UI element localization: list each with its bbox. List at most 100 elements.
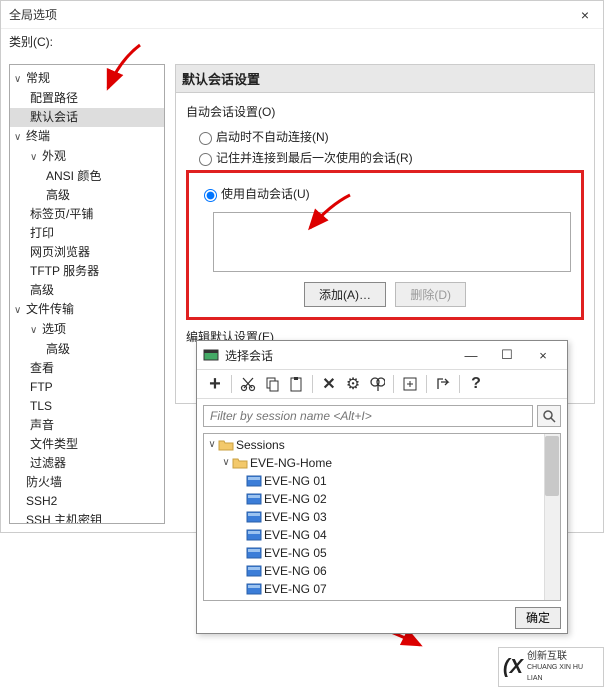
tree-item-label: 打印: [30, 226, 54, 240]
tree-item-label: 查看: [30, 361, 54, 375]
add-button[interactable]: 添加(A)…: [304, 282, 386, 307]
tree-item-label: 防火墙: [26, 475, 62, 489]
tree-item[interactable]: 标签页/平铺: [10, 205, 164, 224]
logo-mark: (X: [503, 656, 523, 679]
tree-item[interactable]: ∨外观: [10, 147, 164, 167]
scrollthumb[interactable]: [545, 436, 559, 496]
radio-remember-label: 记住并连接到最后一次使用的会话(R): [216, 149, 413, 166]
titlebar: 全局选项 ×: [1, 1, 603, 29]
picker-titlebar: 选择会话 — ☐ ×: [197, 341, 567, 369]
highlight-box: 使用自动会话(U) 添加(A)… 删除(D): [186, 170, 584, 320]
session-row[interactable]: EVE-NG 01: [206, 472, 558, 490]
dialog-title: 全局选项: [9, 6, 575, 23]
session-row[interactable]: EVE-NG 02: [206, 490, 558, 508]
picker-close-icon[interactable]: ×: [525, 348, 561, 363]
scrollbar[interactable]: [544, 434, 560, 600]
tree-item[interactable]: 网页浏览器: [10, 243, 164, 262]
cut-icon[interactable]: [236, 372, 260, 396]
session-row[interactable]: EVE-NG 03: [206, 508, 558, 526]
tree-item[interactable]: SSH2: [10, 492, 164, 511]
tree-item[interactable]: ANSI 颜色: [10, 167, 164, 186]
chevron-down-icon[interactable]: ∨: [14, 129, 24, 146]
auto-session-label: 自动会话设置(O): [186, 103, 584, 120]
tree-item[interactable]: SSH 主机密钥: [10, 511, 164, 524]
search-input[interactable]: [203, 405, 533, 427]
tree-item[interactable]: ∨常规: [10, 69, 164, 89]
tree-item[interactable]: 过滤器: [10, 454, 164, 473]
delete-button: 删除(D): [395, 282, 466, 307]
session-list-box[interactable]: [213, 212, 571, 272]
copy-icon[interactable]: [260, 372, 284, 396]
watermark-logo: (X 创新互联 CHUANG XIN HU LIAN: [498, 647, 604, 687]
find-icon[interactable]: [365, 372, 389, 396]
radio-use-auto[interactable]: 使用自动会话(U): [199, 183, 571, 204]
radio-remember-input[interactable]: [199, 153, 212, 166]
tree-item-label: 配置路径: [30, 91, 78, 105]
tree-item[interactable]: 声音: [10, 416, 164, 435]
session-row[interactable]: EVE-NG 05: [206, 544, 558, 562]
minimize-icon[interactable]: —: [453, 348, 489, 363]
tree-item[interactable]: ∨终端: [10, 127, 164, 147]
session-tree[interactable]: ∨Sessions∨EVE-NG-HomeEVE-NG 01EVE-NG 02E…: [203, 433, 561, 601]
session-row[interactable]: ∨EVE-NG-Home: [206, 454, 558, 472]
chevron-down-icon[interactable]: ∨: [14, 302, 24, 319]
session-row[interactable]: EVE-NG 04: [206, 526, 558, 544]
tree-item[interactable]: 高级: [10, 186, 164, 205]
export-icon[interactable]: [431, 372, 455, 396]
session-label: EVE-NG 02: [264, 491, 327, 507]
radio-use-auto-label: 使用自动会话(U): [221, 185, 310, 202]
tree-item[interactable]: ∨选项: [10, 320, 164, 340]
tree-item[interactable]: FTP: [10, 378, 164, 397]
toolbar-separator: [231, 375, 232, 393]
folder-icon: [218, 438, 234, 452]
help-icon[interactable]: ?: [464, 372, 488, 396]
session-row[interactable]: ∨ Sessions: [206, 436, 558, 454]
radio-use-auto-input[interactable]: [204, 189, 217, 202]
ok-button[interactable]: 确定: [515, 607, 561, 629]
session-label: EVE-NG 06: [264, 563, 327, 579]
tree-item[interactable]: 默认会话: [10, 108, 164, 127]
toolbar-separator: [459, 375, 460, 393]
tree-item[interactable]: 配置路径: [10, 89, 164, 108]
tree-item[interactable]: ∨文件传输: [10, 300, 164, 320]
session-label: Sessions: [236, 437, 285, 453]
category-tree[interactable]: ∨常规配置路径默认会话∨终端∨外观ANSI 颜色高级标签页/平铺打印网页浏览器T…: [9, 64, 165, 524]
tree-item[interactable]: 防火墙: [10, 473, 164, 492]
new-folder-icon[interactable]: [398, 372, 422, 396]
chevron-down-icon[interactable]: ∨: [30, 149, 40, 166]
terminal-icon: [246, 546, 262, 560]
tree-item-label: 常规: [26, 71, 50, 85]
tree-item-label: 文件类型: [30, 437, 78, 451]
tree-item-label: 声音: [30, 418, 54, 432]
tree-item[interactable]: TFTP 服务器: [10, 262, 164, 281]
search-button[interactable]: [537, 405, 561, 427]
radio-no-auto[interactable]: 启动时不自动连接(N): [186, 126, 584, 147]
section-title: 默认会话设置: [175, 64, 595, 93]
new-icon[interactable]: +: [203, 372, 227, 396]
chevron-down-icon[interactable]: ∨: [30, 322, 40, 339]
radio-no-auto-input[interactable]: [199, 132, 212, 145]
session-label: EVE-NG 01: [264, 473, 327, 489]
tree-item[interactable]: 查看: [10, 359, 164, 378]
session-row[interactable]: EVE-NG 06: [206, 562, 558, 580]
tree-item[interactable]: 打印: [10, 224, 164, 243]
close-icon[interactable]: ×: [575, 7, 595, 23]
terminal-icon: [246, 510, 262, 524]
tree-item[interactable]: 高级: [10, 281, 164, 300]
delete-icon[interactable]: ✕: [317, 372, 341, 396]
chevron-down-icon[interactable]: ∨: [14, 71, 24, 88]
session-row[interactable]: EVE-NG 07: [206, 580, 558, 598]
tree-item[interactable]: TLS: [10, 397, 164, 416]
tree-item[interactable]: 文件类型: [10, 435, 164, 454]
maximize-icon[interactable]: ☐: [489, 347, 525, 363]
radio-remember[interactable]: 记住并连接到最后一次使用的会话(R): [186, 147, 584, 168]
picker-app-icon: [203, 347, 219, 363]
tree-item-label: 标签页/平铺: [30, 207, 93, 221]
paste-icon[interactable]: [284, 372, 308, 396]
chevron-down-icon[interactable]: ∨: [206, 437, 218, 453]
chevron-down-icon[interactable]: ∨: [220, 455, 232, 471]
tree-item[interactable]: 高级: [10, 340, 164, 359]
settings-icon[interactable]: ⚙: [341, 372, 365, 396]
session-label: EVE-NG 05: [264, 545, 327, 561]
tree-item-label: 外观: [42, 149, 66, 163]
